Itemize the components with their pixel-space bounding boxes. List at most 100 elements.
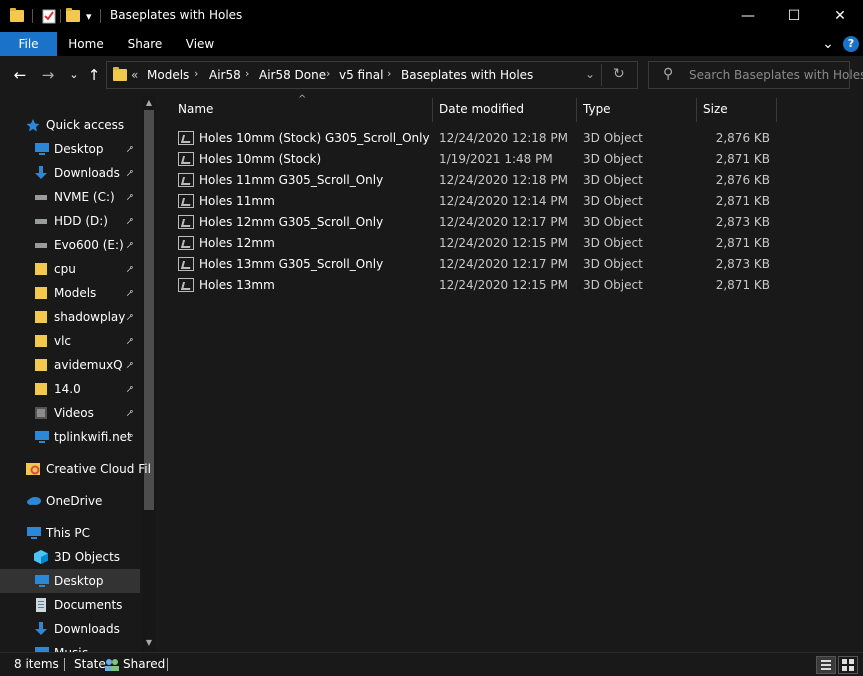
chevron-right-icon[interactable]: › — [194, 67, 198, 80]
sidebar-item-label: avidemuxQ — [54, 358, 123, 372]
chevron-right-icon[interactable]: › — [245, 67, 249, 80]
refresh-icon[interactable]: ↻ — [613, 66, 625, 82]
help-icon[interactable]: ? — [843, 36, 859, 52]
up-button[interactable]: ↑ — [84, 64, 104, 86]
close-button[interactable]: ✕ — [817, 0, 863, 32]
sidebar-item-models[interactable]: Models ⊸ — [0, 281, 140, 305]
file-row[interactable]: Holes 13mm 12/24/2020 12:15 PM 3D Object 2,… — [160, 275, 863, 296]
file-date-modified: 12/24/2020 12:14 PM — [439, 194, 568, 208]
tab-file[interactable]: File — [0, 32, 57, 56]
search-box[interactable]: ⚲ Search Baseplates with Holes — [648, 61, 863, 89]
file-row[interactable]: Holes 12mm 12/24/2020 12:15 PM 3D Object 2,… — [160, 233, 863, 254]
desktop-icon — [34, 142, 50, 156]
column-header-name[interactable]: Name — [178, 102, 213, 116]
sidebar-item-desktop[interactable]: Desktop ⊸ — [0, 137, 140, 161]
maximize-button[interactable]: ☐ — [771, 0, 817, 32]
sidebar-item-downloads[interactable]: Downloads ⊸ — [0, 161, 140, 185]
sidebar-item-quick-access[interactable]: Quick access — [0, 113, 140, 137]
new-folder-icon[interactable] — [66, 7, 80, 25]
navigation-bar: ← → ⌄ ↑ « Models › Air58 › Air58 Done › … — [0, 56, 863, 94]
sidebar-item-label: Downloads — [54, 166, 120, 180]
sidebar-item-14-0[interactable]: 14.0 ⊸ — [0, 377, 140, 401]
sidebar-item-label: Models — [54, 286, 97, 300]
column-divider[interactable] — [432, 98, 433, 122]
sidebar-item-documents[interactable]: Documents — [0, 593, 140, 617]
file-date-modified: 12/24/2020 12:17 PM — [439, 257, 568, 271]
address-dropdown-icon[interactable]: ⌄ — [585, 67, 595, 81]
column-header-type[interactable]: Type — [583, 102, 611, 116]
sidebar-item-this-pc[interactable]: This PC — [0, 521, 140, 545]
breadcrumb-overflow[interactable]: « — [131, 68, 138, 82]
sidebar-item-onedrive[interactable]: OneDrive — [0, 489, 140, 513]
file-size: 2,876 KB — [715, 173, 770, 187]
breadcrumb-air58-done[interactable]: Air58 Done — [259, 68, 326, 82]
breadcrumb-v5-final[interactable]: v5 final — [339, 68, 383, 82]
chevron-right-icon[interactable]: › — [387, 67, 391, 80]
back-button[interactable]: ← — [10, 64, 30, 86]
drive-icon — [34, 190, 50, 204]
scroll-down-icon[interactable]: ▼ — [142, 638, 156, 650]
folder-icon — [10, 8, 24, 22]
sidebar-item-tplinkwifi-net[interactable]: tplinkwifi.net ⊸ — [0, 425, 140, 449]
desktop-icon — [34, 574, 50, 588]
sidebar-item-hdd-d[interactable]: HDD (D:) ⊸ — [0, 209, 140, 233]
file-row[interactable]: Holes 12mm G305_Scroll_Only 12/24/2020 12… — [160, 212, 863, 233]
column-divider[interactable] — [776, 98, 777, 122]
file-row[interactable]: Holes 11mm G305_Scroll_Only 12/24/2020 12… — [160, 170, 863, 191]
breadcrumb-current[interactable]: Baseplates with Holes — [401, 68, 533, 82]
sidebar-item-shadowplay[interactable]: shadowplay ⊸ — [0, 305, 140, 329]
3d-object-file-icon — [178, 131, 194, 145]
file-row[interactable]: Holes 10mm (Stock) G305_Scroll_Only 12/24… — [160, 128, 863, 149]
file-name: Holes 11mm — [199, 194, 275, 208]
column-divider[interactable] — [576, 98, 577, 122]
breadcrumb-models[interactable]: Models — [147, 68, 189, 82]
shared-users-icon — [104, 658, 120, 671]
3d-object-file-icon — [178, 152, 194, 166]
file-row[interactable]: Holes 13mm G305_Scroll_Only 12/24/2020 12… — [160, 254, 863, 275]
pin-icon: ⊸ — [123, 334, 138, 348]
file-row[interactable]: Holes 11mm 12/24/2020 12:14 PM 3D Object 2,… — [160, 191, 863, 212]
sidebar-item-vlc[interactable]: vlc ⊸ — [0, 329, 140, 353]
tab-home[interactable]: Home — [60, 32, 112, 56]
column-divider[interactable] — [696, 98, 697, 122]
sidebar-item-videos[interactable]: Videos ⊸ — [0, 401, 140, 425]
scroll-up-icon[interactable]: ▲ — [142, 98, 156, 110]
ribbon-expand-icon[interactable]: ⌄ — [818, 32, 838, 56]
search-input[interactable]: Search Baseplates with Holes — [689, 68, 863, 82]
chevron-right-icon[interactable]: › — [326, 67, 330, 80]
file-row[interactable]: Holes 10mm (Stock) 1/19/2021 1:48 PM 3D Ob… — [160, 149, 863, 170]
tab-share[interactable]: Share — [118, 32, 172, 56]
properties-icon[interactable] — [42, 7, 56, 25]
column-header-size[interactable]: Size — [703, 102, 728, 116]
forward-button[interactable]: → — [38, 64, 58, 86]
tab-view[interactable]: View — [175, 32, 225, 56]
file-size: 2,871 KB — [715, 278, 770, 292]
customize-dropdown-icon[interactable]: ▾ — [86, 7, 92, 25]
sidebar-item-label: vlc — [54, 334, 72, 348]
search-icon: ⚲ — [663, 66, 674, 82]
minimize-button[interactable]: — — [725, 0, 771, 32]
sidebar-item-cpu[interactable]: cpu ⊸ — [0, 257, 140, 281]
file-type: 3D Object — [583, 236, 643, 250]
recent-locations-button[interactable]: ⌄ — [64, 64, 84, 86]
sidebar-item-desktop[interactable]: Desktop — [0, 569, 140, 593]
address-divider — [601, 64, 602, 86]
details-view-button[interactable] — [816, 656, 836, 674]
file-size: 2,871 KB — [715, 236, 770, 250]
sidebar-item-3d-objects[interactable]: 3D Objects — [0, 545, 140, 569]
sidebar-item-evo600-e[interactable]: Evo600 (E:) ⊸ — [0, 233, 140, 257]
breadcrumb-air58[interactable]: Air58 — [209, 68, 241, 82]
column-header-date-modified[interactable]: Date modified — [439, 102, 524, 116]
file-name: Holes 13mm — [199, 278, 275, 292]
sidebar-item-label: 14.0 — [54, 382, 81, 396]
sidebar-item-nvme-c[interactable]: NVME (C:) ⊸ — [0, 185, 140, 209]
large-icons-view-button[interactable] — [838, 656, 858, 674]
sidebar-item-avidemuxq[interactable]: avidemuxQ ⊸ — [0, 353, 140, 377]
sidebar-scroll-thumb[interactable] — [144, 110, 154, 510]
sidebar-item-downloads[interactable]: Downloads — [0, 617, 140, 641]
sidebar-item-music[interactable]: Music — [0, 641, 140, 652]
folder-icon — [34, 262, 50, 276]
file-type: 3D Object — [583, 173, 643, 187]
sidebar-item-creative-cloud-fil[interactable]: Creative Cloud Fil — [0, 457, 151, 481]
address-bar[interactable]: « Models › Air58 › Air58 Done › v5 final… — [106, 61, 638, 89]
